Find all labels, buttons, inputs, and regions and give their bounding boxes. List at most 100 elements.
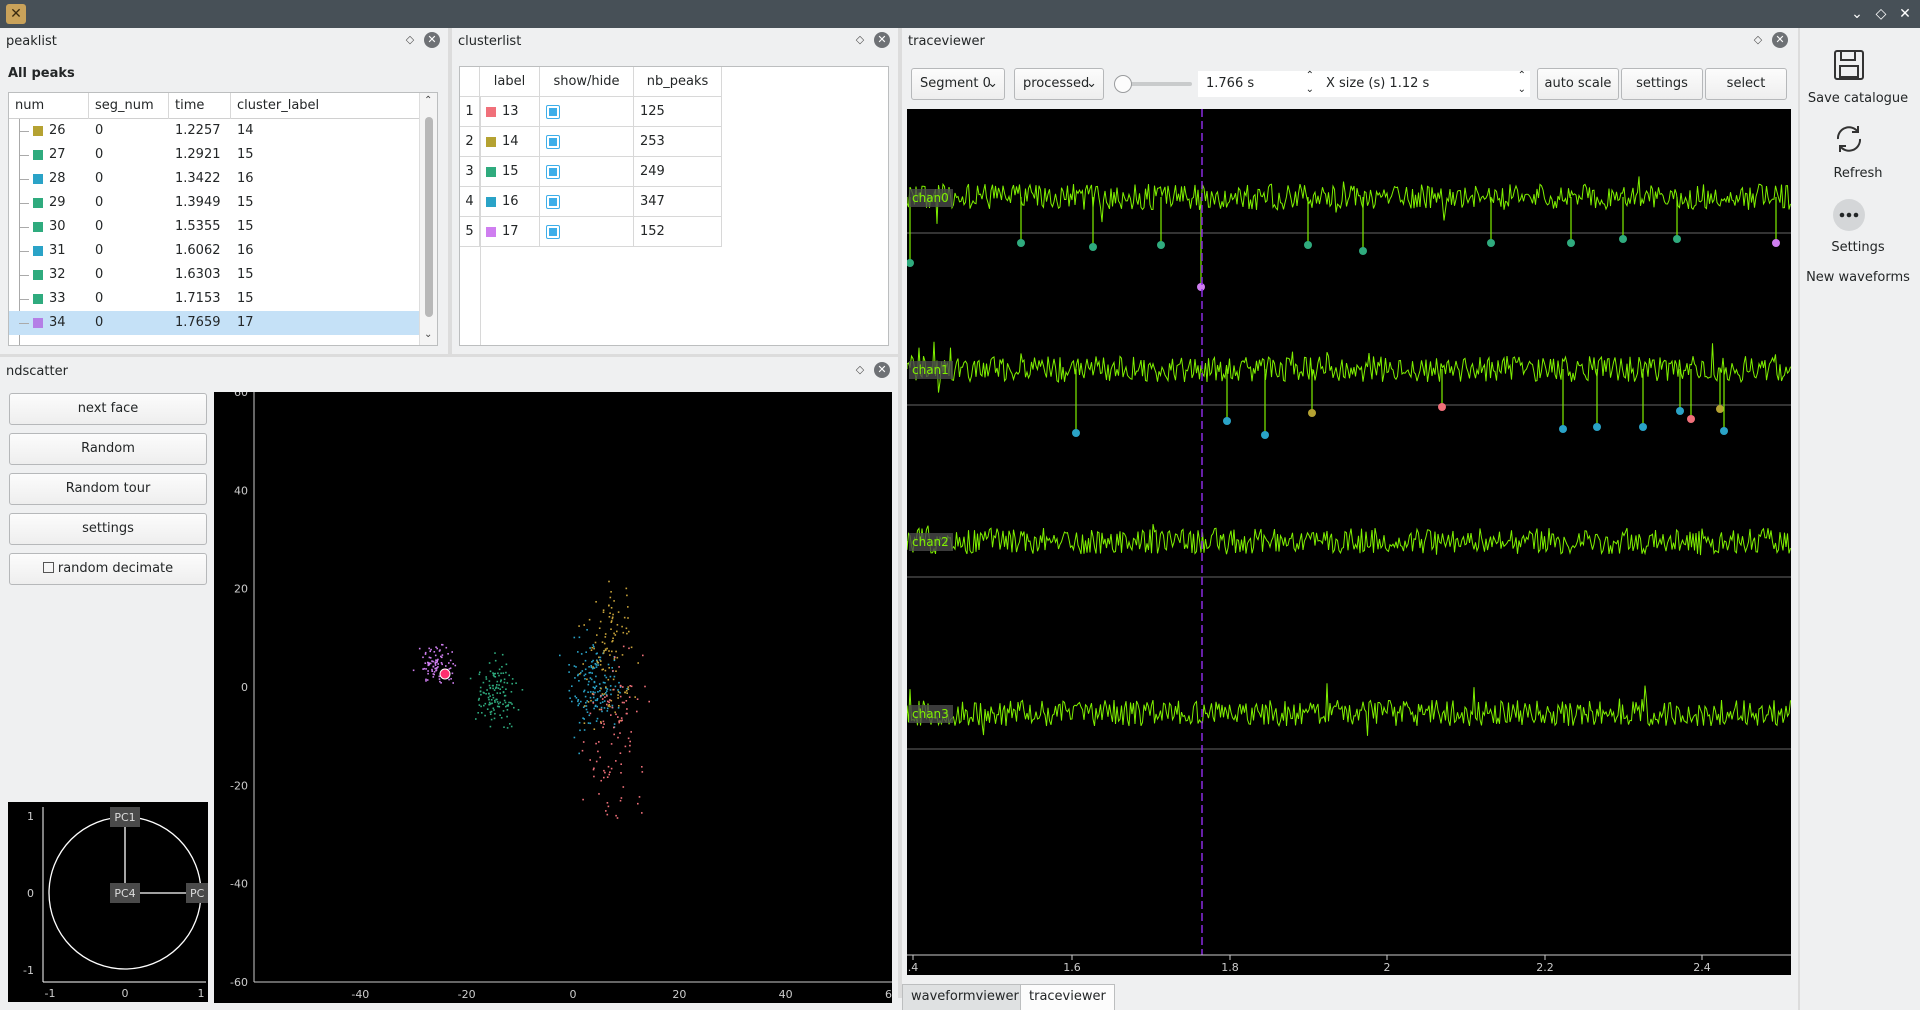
spike-marker[interactable] [1438, 403, 1446, 411]
spin-arrows-icon[interactable]: ⌃ ⌄ [1306, 69, 1314, 97]
spike-marker[interactable] [1072, 429, 1080, 437]
cluster-label-cell[interactable]: 16 [480, 187, 540, 217]
tab-traceviewer[interactable]: traceviewer [1020, 984, 1115, 1010]
cluster-table[interactable]: label show/hide nb_peaks 1 13 125 2 14 253 3 15… [459, 66, 889, 346]
refresh-icon[interactable] [1832, 122, 1866, 156]
projection-plot[interactable]: PC1 PC4 PC 1 0 -1 -1 0 1 [8, 802, 208, 1002]
next-face-button[interactable]: next face [9, 393, 207, 425]
show-hide-checkbox[interactable] [546, 105, 560, 119]
auto-scale-button[interactable]: auto scale [1537, 68, 1619, 100]
minimize-icon[interactable]: ⌄ [1846, 3, 1868, 25]
random-decimate-toggle[interactable]: random decimate [9, 553, 207, 585]
time-slider-handle[interactable] [1114, 75, 1132, 93]
table-row[interactable]: 1 13 125 [460, 97, 722, 127]
ndscatter-settings-button[interactable]: settings [9, 513, 207, 545]
random-button[interactable]: Random [9, 433, 207, 465]
new-waveforms-button[interactable]: New waveforms [1800, 270, 1916, 285]
table-row[interactable]: 31 0 1.6062 16 [9, 239, 421, 263]
float-icon[interactable]: ◇ [852, 362, 868, 378]
column-header[interactable]: label [480, 67, 540, 97]
spike-marker[interactable] [1308, 409, 1316, 417]
column-header[interactable]: nb_peaks [634, 67, 722, 97]
spike-marker[interactable] [1593, 423, 1601, 431]
scroll-up-icon[interactable]: ⌃ [424, 95, 432, 106]
scroll-down-icon[interactable]: ⌄ [424, 329, 432, 340]
tab-waveformviewer[interactable]: waveformviewer [902, 984, 1028, 1010]
spike-marker[interactable] [1687, 415, 1695, 423]
column-header[interactable]: cluster_label [231, 93, 421, 119]
spike-marker[interactable] [1772, 239, 1780, 247]
column-header[interactable]: show/hide [540, 67, 634, 97]
save-icon[interactable] [1832, 48, 1866, 82]
spike-marker[interactable] [1017, 239, 1025, 247]
table-row[interactable]: 3 15 249 [460, 157, 722, 187]
scatter-plot[interactable]: 60 40 20 0 -20 -40 -60 -40 -20 0 20 40 60 [214, 386, 899, 1003]
cluster-label-cell[interactable]: 14 [480, 127, 540, 157]
time-spinbox[interactable]: 1.766 s ⌃ ⌄ [1198, 69, 1318, 97]
peak-table-scrollbar[interactable]: ⌃ ⌄ [419, 93, 437, 345]
close-icon[interactable]: ✕ [424, 32, 440, 48]
float-icon[interactable]: ◇ [402, 32, 418, 48]
spike-marker[interactable] [1359, 247, 1367, 255]
table-row[interactable]: 5 17 152 [460, 217, 722, 247]
select-button[interactable]: select [1705, 68, 1787, 100]
more-icon[interactable] [1832, 198, 1866, 232]
spike-marker[interactable] [1261, 431, 1269, 439]
show-hide-checkbox[interactable] [546, 165, 560, 179]
scrollbar-thumb[interactable] [425, 117, 433, 317]
column-header[interactable]: num [9, 93, 89, 119]
spike-marker[interactable] [906, 259, 914, 267]
spike-marker[interactable] [1567, 239, 1575, 247]
float-icon[interactable]: ◇ [852, 32, 868, 48]
settings-button[interactable]: Settings [1800, 240, 1916, 255]
spike-marker[interactable] [1716, 405, 1724, 413]
cluster-label-cell[interactable]: 15 [480, 157, 540, 187]
spike-marker[interactable] [1676, 407, 1684, 415]
spike-marker[interactable] [1304, 241, 1312, 249]
spike-marker[interactable] [1673, 235, 1681, 243]
table-row[interactable]: 28 0 1.3422 16 [9, 167, 421, 191]
table-row[interactable]: 34 0 1.7659 17 [9, 311, 421, 335]
spike-marker[interactable] [1720, 427, 1728, 435]
table-row[interactable]: 2 14 253 [460, 127, 722, 157]
show-hide-checkbox[interactable] [546, 225, 560, 239]
spike-marker[interactable] [1559, 425, 1567, 433]
dock-splitter-h[interactable] [0, 354, 898, 357]
spike-marker[interactable] [1157, 241, 1165, 249]
random-tour-button[interactable]: Random tour [9, 473, 207, 505]
xsize-spinbox[interactable]: X size (s) 1.12 s ⌃ ⌄ [1318, 69, 1530, 97]
table-row[interactable]: 32 0 1.6303 15 [9, 263, 421, 287]
show-hide-cell[interactable] [540, 187, 634, 217]
table-row[interactable]: 33 0 1.7153 15 [9, 287, 421, 311]
column-header[interactable]: seg_num [89, 93, 169, 119]
traceviewer-settings-button[interactable]: settings [1621, 68, 1703, 100]
close-icon[interactable]: ✕ [874, 32, 890, 48]
show-hide-checkbox[interactable] [546, 195, 560, 209]
show-hide-checkbox[interactable] [546, 135, 560, 149]
table-row[interactable]: 27 0 1.2921 15 [9, 143, 421, 167]
show-hide-cell[interactable] [540, 157, 634, 187]
table-row[interactable]: 30 0 1.5355 15 [9, 215, 421, 239]
spike-marker[interactable] [1619, 235, 1627, 243]
column-header[interactable]: time [169, 93, 231, 119]
spike-marker[interactable] [1089, 243, 1097, 251]
trace-plot[interactable]: chan0 chan1 chan2 chan3 .4 1.6 1.8 2 2.2 2.4 [906, 109, 1791, 975]
show-hide-cell[interactable] [540, 97, 634, 127]
signal-type-select[interactable]: processed ⌄ [1014, 68, 1104, 100]
show-hide-cell[interactable] [540, 127, 634, 157]
cluster-label-cell[interactable]: 17 [480, 217, 540, 247]
float-icon[interactable]: ◇ [1750, 32, 1766, 48]
selected-point[interactable] [439, 668, 451, 680]
spike-marker[interactable] [1487, 239, 1495, 247]
save-catalogue-button[interactable]: Save catalogue [1800, 91, 1916, 106]
close-window-icon[interactable]: ✕ [1894, 3, 1916, 25]
table-row[interactable]: 26 0 1.2257 14 [9, 119, 421, 143]
table-row[interactable]: 29 0 1.3949 15 [9, 191, 421, 215]
cluster-label-cell[interactable]: 13 [480, 97, 540, 127]
spin-arrows-icon[interactable]: ⌃ ⌄ [1518, 69, 1526, 97]
close-icon[interactable]: ✕ [874, 362, 890, 378]
spike-marker[interactable] [1223, 417, 1231, 425]
close-icon[interactable]: ✕ [1772, 32, 1788, 48]
show-hide-cell[interactable] [540, 217, 634, 247]
refresh-button[interactable]: Refresh [1800, 166, 1916, 181]
